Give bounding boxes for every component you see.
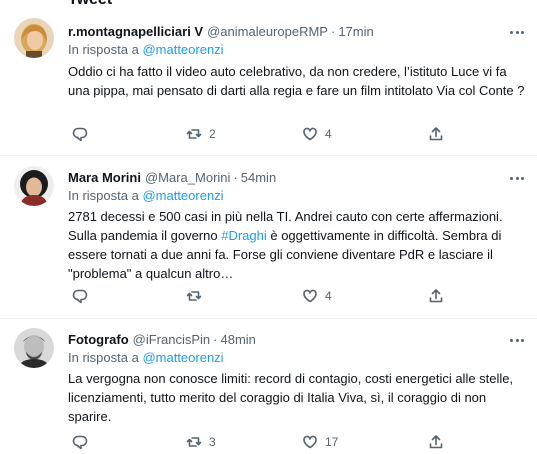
- reply-button[interactable]: [72, 287, 95, 305]
- like-count: 4: [325, 127, 332, 141]
- tweet-author-row: r.montagnapelliciari V @animaleuropeRMP …: [68, 24, 374, 39]
- hashtag-link[interactable]: #Draghi: [221, 228, 267, 243]
- tweet-actions: 4: [68, 287, 468, 305]
- reply-button[interactable]: [72, 433, 95, 451]
- reply-icon: [72, 127, 88, 142]
- avatar[interactable]: [14, 328, 54, 368]
- author-handle[interactable]: @iFrancisPin: [133, 332, 211, 347]
- like-button[interactable]: 4: [302, 125, 332, 143]
- share-button[interactable]: [428, 433, 444, 451]
- share-icon: [429, 435, 443, 449]
- reply-context: In risposta a @matteorenzi: [68, 350, 224, 365]
- tweet-timestamp[interactable]: 48min: [221, 332, 256, 347]
- retweet-button[interactable]: 2: [186, 125, 216, 143]
- more-icon[interactable]: [507, 25, 527, 39]
- author-name[interactable]: Fotografo: [68, 332, 129, 347]
- reply-icon: [72, 435, 88, 450]
- reply-mention[interactable]: @matteorenzi: [142, 350, 223, 365]
- tweet-actions: 3 17: [68, 433, 468, 451]
- tweet-actions: 2 4: [68, 125, 468, 143]
- tweet-author-row: Fotografo @iFrancisPin · 48min: [68, 332, 256, 347]
- more-icon[interactable]: [507, 171, 527, 185]
- more-icon[interactable]: [507, 333, 527, 347]
- reply-icon: [72, 289, 88, 304]
- retweet-icon: [186, 291, 202, 301]
- tweet-text: Oddio ci ha fatto il video auto celebrat…: [68, 64, 525, 98]
- reply-mention[interactable]: @matteorenzi: [142, 188, 223, 203]
- reply-prefix: In risposta a: [68, 188, 139, 203]
- retweet-icon: [186, 437, 202, 447]
- reply-context: In risposta a @matteorenzi: [68, 188, 224, 203]
- tweet-reply[interactable]: r.montagnapelliciari V @animaleuropeRMP …: [0, 0, 537, 156]
- separator-dot: ·: [233, 170, 238, 185]
- tweet-text: La vergogna non conosce limiti: record d…: [68, 371, 514, 424]
- heart-icon: [303, 435, 317, 449]
- retweet-count: 2: [209, 127, 216, 141]
- tweet-author-row: Mara Morini @Mara_Morini · 54min: [68, 170, 276, 185]
- tweet-reply[interactable]: Fotografo @iFrancisPin · 48min In rispos…: [0, 319, 537, 454]
- share-icon: [429, 127, 443, 141]
- share-button[interactable]: [428, 125, 444, 143]
- tweet-text: 2781 decessi e 500 casi in più nella TI.…: [68, 207, 528, 283]
- retweet-button[interactable]: [186, 287, 209, 305]
- retweet-button[interactable]: 3: [186, 433, 216, 451]
- like-button[interactable]: 4: [302, 287, 332, 305]
- heart-icon: [303, 289, 317, 303]
- reply-prefix: In risposta a: [68, 350, 139, 365]
- share-icon: [429, 289, 443, 303]
- avatar[interactable]: [14, 166, 54, 206]
- author-name[interactable]: Mara Morini: [68, 170, 141, 185]
- reply-prefix: In risposta a: [68, 42, 139, 57]
- tweet-timestamp[interactable]: 17min: [338, 24, 373, 39]
- separator-dot: ·: [213, 332, 218, 347]
- separator-dot: ·: [330, 24, 336, 39]
- reply-button[interactable]: [72, 125, 95, 143]
- avatar[interactable]: [14, 18, 54, 58]
- author-name[interactable]: r.montagnapelliciari V: [68, 24, 203, 39]
- tweet-timestamp[interactable]: 54min: [241, 170, 276, 185]
- reply-mention[interactable]: @matteorenzi: [142, 42, 223, 57]
- like-button[interactable]: 17: [302, 433, 338, 451]
- tweet-reply[interactable]: Mara Morini @Mara_Morini · 54min In risp…: [0, 156, 537, 319]
- retweet-icon: [186, 129, 202, 139]
- share-button[interactable]: [428, 287, 444, 305]
- author-handle[interactable]: @animaleuropeRMP: [207, 24, 328, 39]
- like-count: 4: [325, 289, 332, 303]
- like-count: 17: [325, 435, 339, 449]
- author-handle[interactable]: @Mara_Morini: [145, 170, 230, 185]
- heart-icon: [303, 127, 317, 141]
- retweet-count: 3: [209, 435, 216, 449]
- reply-context: In risposta a @matteorenzi: [68, 42, 224, 57]
